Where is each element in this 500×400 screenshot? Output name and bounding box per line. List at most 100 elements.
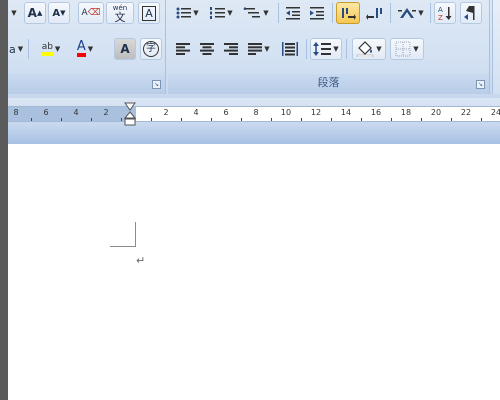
ruler-tick [181, 118, 182, 121]
font-color-button[interactable]: A ▼ [70, 38, 100, 60]
horizontal-ruler[interactable]: 8 6 4 2 2 4 6 8 10 12 14 16 18 20 22 24 [8, 106, 500, 122]
align-center-icon [200, 43, 214, 55]
svg-text:A: A [438, 6, 443, 14]
window-left-edge [0, 0, 8, 400]
ruler-tick [31, 118, 32, 121]
ruler-tick [121, 118, 122, 121]
chevron-down-icon: ▼ [87, 45, 94, 53]
ruler-number: 8 [13, 108, 19, 117]
ruler-tick [151, 118, 152, 121]
document-page[interactable] [8, 144, 500, 400]
numbering-button[interactable]: ▼ [206, 2, 236, 24]
align-left-button[interactable] [172, 38, 194, 60]
paragraph-dialog-launcher-icon[interactable]: ↘ [476, 80, 485, 89]
ruler-tick [211, 118, 212, 121]
text-highlight-button[interactable]: ab ▼ [34, 38, 68, 60]
ruler-tick [421, 118, 422, 121]
ruler-tick [241, 118, 242, 121]
sort-button[interactable]: AZ [434, 2, 456, 24]
chevron-down-icon: ▼ [227, 9, 233, 17]
font-group: ▼ A ▲ A ▼ A ⌫ wén 文 A a ▼ ab ▼ A ▼ A 字 ↘ [8, 0, 166, 94]
left-to-right-button[interactable] [336, 2, 360, 24]
increase-indent-button[interactable] [306, 2, 328, 24]
borders-button[interactable]: ▼ [390, 38, 424, 60]
line-spacing-icon [313, 42, 332, 56]
asian-layout-button[interactable]: ▼ [394, 2, 428, 24]
ruler-number: 16 [370, 108, 382, 117]
bullets-button[interactable]: ▼ [172, 2, 202, 24]
character-border-button[interactable]: A [138, 2, 160, 24]
separator [430, 3, 431, 23]
ruler-number: 24 [490, 108, 500, 117]
font-name-dropdown[interactable]: a ▼ [8, 38, 24, 60]
ruler-tick [451, 118, 452, 121]
ruler-number: 10 [280, 108, 292, 117]
align-center-button[interactable] [196, 38, 218, 60]
paint-bucket-icon [357, 41, 374, 57]
ribbon: ▼ A ▲ A ▼ A ⌫ wén 文 A a ▼ ab ▼ A ▼ A 字 ↘… [8, 0, 500, 98]
line-spacing-button[interactable]: ▼ [310, 38, 342, 60]
ruler-number: 18 [400, 108, 412, 117]
paragraph-mark: ↵ [136, 254, 146, 267]
align-left-icon [176, 43, 190, 55]
shading-button[interactable]: ▼ [352, 38, 386, 60]
justify-button[interactable]: ▼ [244, 38, 274, 60]
increase-indent-icon [310, 7, 324, 20]
right-to-left-button[interactable] [362, 2, 386, 24]
show-hide-marks-button[interactable] [460, 2, 482, 24]
paragraph-group: ▼ ▼ ▼ ▼ AZ ▼ ▼ ▼ ▼ 段落 ↘ [168, 0, 490, 94]
bullet-list-icon [176, 7, 192, 19]
left-to-right-text-icon [342, 8, 356, 20]
chevron-down-icon: ▼ [333, 45, 339, 53]
eraser-icon: ⌫ [87, 8, 101, 18]
font-dialog-launcher-icon[interactable]: ↘ [152, 80, 161, 89]
phonetic-guide-button[interactable]: wén 文 [106, 2, 134, 24]
character-border-label: A [142, 5, 156, 21]
enclose-characters-button[interactable]: 字 [140, 38, 162, 60]
asian-layout-icon [398, 8, 417, 18]
grow-font-button[interactable]: A ▲ [24, 2, 46, 24]
decrease-indent-icon [286, 7, 300, 20]
indent-marker-icon[interactable] [124, 102, 136, 126]
chevron-down-icon: ▼ [17, 45, 24, 53]
ruler-tick [361, 118, 362, 121]
clear-format-button[interactable]: A ⌫ [78, 2, 104, 24]
chevron-down-icon: ▼ [376, 45, 382, 53]
font-size-dropdown[interactable]: ▼ [8, 2, 18, 24]
multilevel-list-icon [243, 7, 261, 18]
sort-az-icon: AZ [438, 6, 452, 21]
ruler-number: 4 [73, 108, 79, 117]
text-boundary-corner-mark [110, 222, 136, 247]
separator [346, 39, 347, 59]
down-arrow-icon: ▼ [60, 9, 66, 17]
ruler-number: 8 [253, 108, 259, 117]
numbered-list-icon [210, 7, 226, 19]
next-group-edge [492, 0, 500, 94]
distributed-button[interactable] [278, 38, 302, 60]
ruler-number: 2 [103, 108, 109, 117]
decrease-indent-button[interactable] [282, 2, 304, 24]
separator [278, 3, 279, 23]
chevron-down-icon: ▼ [193, 9, 199, 17]
up-arrow-icon: ▲ [36, 9, 43, 17]
ruler-tick [271, 118, 272, 121]
chevron-down-icon: ▼ [11, 9, 17, 17]
ruler-number: 2 [163, 108, 169, 117]
chevron-down-icon: ▼ [264, 45, 270, 53]
right-to-left-text-icon [366, 8, 382, 20]
border-grid-icon [395, 41, 411, 57]
svg-text:Z: Z [438, 14, 443, 21]
shrink-font-label: A [52, 7, 61, 19]
align-right-icon [224, 43, 238, 55]
ruler-number: 6 [223, 108, 229, 117]
separator [390, 3, 391, 23]
ruler-number: 4 [193, 108, 199, 117]
character-shading-button[interactable]: A [114, 38, 136, 60]
multilevel-list-button[interactable]: ▼ [240, 2, 272, 24]
font-name-value: a [8, 42, 16, 56]
ruler-tick [301, 118, 302, 121]
align-right-button[interactable] [220, 38, 242, 60]
separator [306, 39, 307, 59]
shrink-font-button[interactable]: A ▼ [48, 2, 70, 24]
separator [332, 3, 333, 23]
